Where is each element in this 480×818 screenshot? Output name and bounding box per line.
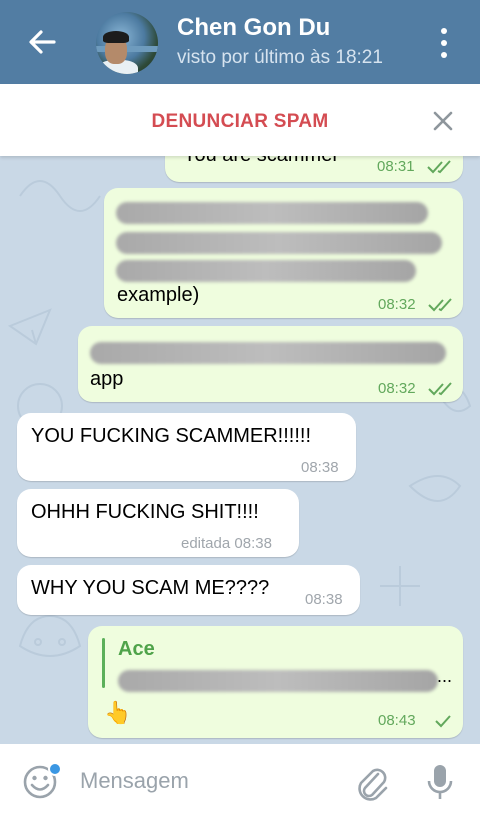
message-time: 08:32 [378, 296, 416, 313]
message-bubble-incoming[interactable]: WHY YOU SCAM ME???? 08:38 [17, 565, 360, 615]
redacted-text [90, 342, 446, 364]
redacted-text [118, 670, 438, 692]
message-text: YOU FUCKING SCAMMER!!!!!! [31, 425, 312, 447]
reply-bar [102, 638, 105, 688]
message-time: 08:43 [378, 712, 416, 729]
read-checkmarks-icon [427, 160, 451, 174]
message-bubble-incoming[interactable]: YOU FUCKING SCAMMER!!!!!! 08:38 [17, 413, 356, 481]
read-checkmarks-icon [428, 298, 452, 312]
message-time: 08:31 [377, 158, 415, 175]
message-time: 08:32 [378, 380, 416, 397]
sent-checkmark-icon [435, 715, 451, 728]
emoji-notification-dot [48, 762, 62, 776]
message-bubble-outgoing[interactable]: You are scammer 08:31 [165, 156, 463, 182]
message-text: OHHH FUCKING SHIT!!!! [31, 501, 259, 523]
back-arrow-icon[interactable] [24, 24, 60, 60]
message-bubble-outgoing[interactable]: example) 08:32 [104, 188, 463, 318]
chat-header: Chen Gon Du visto por último às 18:21 [0, 0, 480, 84]
message-time-edited: editada 08:38 [181, 535, 272, 552]
redacted-text [116, 260, 416, 282]
message-bubble-outgoing[interactable]: Ace ... 👆 08:43 [88, 626, 463, 738]
avatar[interactable] [96, 12, 158, 74]
contact-name[interactable]: Chen Gon Du [177, 14, 330, 42]
redacted-text [116, 202, 428, 224]
read-checkmarks-icon [428, 382, 452, 396]
more-vert-icon[interactable] [432, 26, 456, 60]
message-text: You are scammer [183, 156, 339, 167]
report-spam-button[interactable]: DENUNCIAR SPAM [0, 111, 480, 133]
attach-icon[interactable] [354, 764, 390, 802]
mic-icon[interactable] [424, 762, 456, 802]
reply-ellipsis: ... [437, 666, 453, 686]
message-time: 08:38 [301, 459, 339, 476]
message-text: WHY YOU SCAM ME???? [31, 577, 270, 599]
redacted-text [116, 232, 442, 254]
message-time: 08:38 [305, 591, 343, 608]
message-input-bar [0, 744, 480, 818]
pointing-up-emoji: 👆 [104, 700, 132, 725]
chat-area[interactable]: You are scammer 08:31 example) 08:32 app… [0, 156, 480, 744]
message-bubble-outgoing[interactable]: app 08:32 [78, 326, 463, 402]
close-icon[interactable] [430, 108, 456, 134]
last-seen-status: visto por último às 18:21 [177, 47, 383, 68]
message-text: example) [117, 284, 200, 306]
report-spam-bar: DENUNCIAR SPAM [0, 84, 480, 156]
message-bubble-incoming[interactable]: OHHH FUCKING SHIT!!!! editada 08:38 [17, 489, 299, 557]
reply-author[interactable]: Ace [118, 638, 155, 661]
message-text: app [90, 368, 124, 390]
message-input[interactable]: Mensagem [80, 768, 189, 794]
